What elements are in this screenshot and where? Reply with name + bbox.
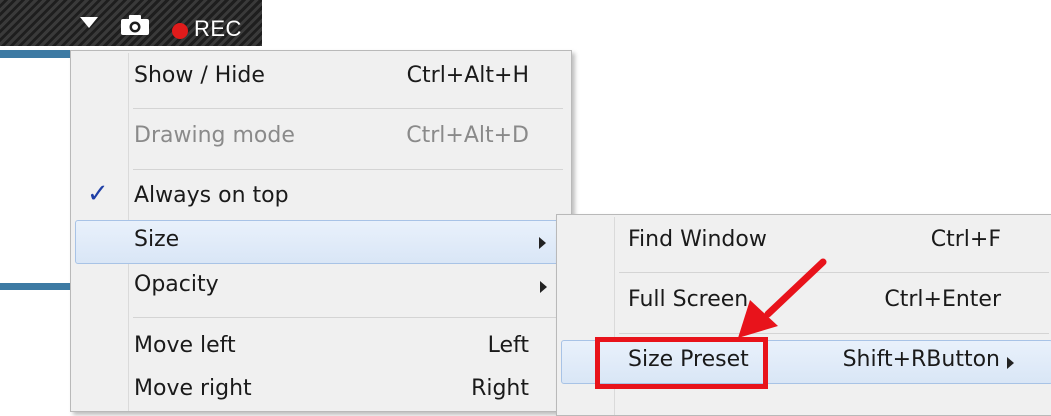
annotation-arrow-icon [738,258,827,338]
